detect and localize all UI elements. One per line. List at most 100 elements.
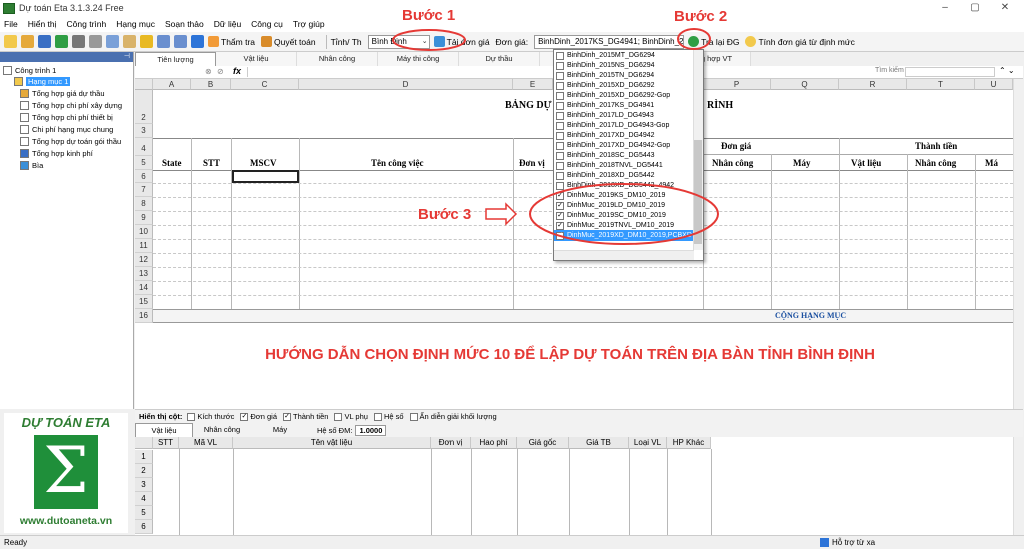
maximize-button[interactable]: ▢ <box>960 0 990 16</box>
row-header[interactable]: 12 <box>135 253 153 267</box>
checkbox[interactable] <box>556 81 564 90</box>
tab-vat-lieu-bottom[interactable]: Vật liệu <box>135 422 193 438</box>
checkbox-checked[interactable]: ✓ <box>556 211 564 220</box>
checkbox[interactable] <box>373 412 382 421</box>
row-header[interactable]: 14 <box>135 281 153 295</box>
close-button[interactable]: ✕ <box>990 0 1020 16</box>
tab-nhan-cong[interactable]: Nhân công <box>297 52 378 66</box>
option-an-dien-giai[interactable]: Ẩn diễn giải khối lượng <box>409 412 497 421</box>
tree-item-gia-du-thau[interactable]: Tổng hợp giá dự thầu <box>20 89 105 98</box>
option-thanh-tien[interactable]: ✓ Thành tiền <box>283 412 328 421</box>
column-header[interactable]: B <box>191 79 231 90</box>
row-header[interactable]: 8 <box>135 197 153 211</box>
open-folder-icon[interactable] <box>21 35 34 48</box>
column-header[interactable]: E <box>513 79 553 90</box>
he-so-input[interactable]: 1.0000 <box>355 424 387 436</box>
row-header[interactable]: 5 <box>135 156 153 170</box>
column-header[interactable]: STT <box>153 437 179 449</box>
column-header[interactable]: U <box>975 79 1013 90</box>
material-vertical-scrollbar[interactable] <box>1013 437 1023 535</box>
tree-item-chi-phi-thiet-bi[interactable]: Tổng hợp chi phí thiết bị <box>20 113 113 122</box>
column-header[interactable]: Giá TB <box>569 437 629 449</box>
checkbox-checked[interactable]: ✓ <box>556 221 564 230</box>
search-up-down-icon[interactable]: ⌃ ⌄ <box>999 66 1015 75</box>
row-header[interactable]: 3 <box>135 478 153 492</box>
tai-don-gia-button[interactable]: Tải đơn giá <box>433 36 490 47</box>
tinh-don-gia-button[interactable]: Tính đơn giá từ định mức <box>745 36 855 47</box>
scroll-thumb[interactable] <box>694 140 702 244</box>
option-vl-phu[interactable]: VL phụ <box>334 412 368 421</box>
checkbox[interactable] <box>556 171 564 180</box>
tree-item-cong-trinh[interactable]: Công trình 1 <box>3 66 56 75</box>
column-header[interactable]: Loại VL <box>629 437 667 449</box>
menu-du-lieu[interactable]: Dữ liệu <box>214 19 241 29</box>
option-don-gia[interactable]: ✓ Đơn giá <box>240 412 277 421</box>
dropdown-horizontal-scrollbar[interactable] <box>554 250 694 260</box>
row-header[interactable]: 2 <box>135 111 153 124</box>
quyet-toan-button[interactable]: Quyết toán <box>261 36 316 47</box>
checkbox[interactable] <box>556 181 564 190</box>
row-header[interactable]: 13 <box>135 267 153 281</box>
row-header[interactable]: 10 <box>135 225 153 239</box>
row-header[interactable]: 5 <box>135 506 153 520</box>
undo-icon[interactable] <box>157 35 170 48</box>
don-gia-select[interactable]: BinhDinh_2017KS_DG4941; BinhDinh_20' ⌄ <box>534 34 685 49</box>
save-icon[interactable] <box>38 35 51 48</box>
row-header[interactable]: 1 <box>135 450 153 464</box>
corner-cell[interactable] <box>135 437 153 449</box>
forward-arrows-icon[interactable] <box>191 35 204 48</box>
checkbox[interactable] <box>556 141 564 150</box>
search-input[interactable] <box>905 67 995 77</box>
row-header[interactable]: 3 <box>135 124 153 138</box>
remote-support-link[interactable]: Hỗ trợ từ xa <box>820 536 875 549</box>
dropdown-option-selected[interactable]: ✓ DinhMuc_2019XD_DM10_2019,PCBXD <box>554 230 694 241</box>
minimize-button[interactable]: – <box>930 0 960 16</box>
province-select[interactable]: Bình Định ⌄ <box>367 34 430 49</box>
corner-cell[interactable] <box>135 79 153 90</box>
row-header[interactable]: 15 <box>135 295 153 309</box>
checkbox[interactable] <box>556 51 564 60</box>
checkbox[interactable] <box>334 412 343 421</box>
column-header[interactable]: HP Khác <box>667 437 711 449</box>
tab-may-thi-cong[interactable]: Máy thi công <box>378 52 459 66</box>
column-header[interactable]: P <box>703 79 771 90</box>
tab-vat-lieu[interactable]: Vật liệu <box>216 52 297 66</box>
checkbox-checked[interactable]: ✓ <box>556 201 564 210</box>
print-icon[interactable] <box>72 35 85 48</box>
dropdown-vertical-scrollbar[interactable] <box>693 50 703 250</box>
material-grid[interactable]: STT Mã VL Tên vật liệu Đơn vị Hao phí Gi… <box>135 437 1013 535</box>
tra-lai-dg-button[interactable]: Tra lại ĐG <box>688 36 739 47</box>
column-header[interactable]: Mã VL <box>179 437 233 449</box>
checkbox[interactable] <box>409 412 418 421</box>
checkbox[interactable] <box>556 121 564 130</box>
menu-hien-thi[interactable]: Hiển thị <box>28 19 57 29</box>
checkbox[interactable] <box>556 161 564 170</box>
column-header[interactable]: Giá gốc <box>517 437 569 449</box>
column-header[interactable]: Q <box>771 79 839 90</box>
column-header[interactable]: T <box>907 79 975 90</box>
checkbox-checked[interactable]: ✓ <box>556 231 564 240</box>
copy-icon[interactable] <box>106 35 119 48</box>
checkbox[interactable] <box>556 131 564 140</box>
row-header[interactable]: 6 <box>135 520 153 534</box>
checkbox[interactable] <box>556 111 564 120</box>
row-header[interactable]: 11 <box>135 239 153 253</box>
brush-icon[interactable] <box>140 35 153 48</box>
tree-item-du-toan-goi-thau[interactable]: Tổng hợp dự toán gói thầu <box>20 137 121 146</box>
checkbox[interactable] <box>187 412 196 421</box>
column-header[interactable]: Hao phí <box>471 437 517 449</box>
tree-item-hang-muc-chung[interactable]: Chi phí hạng mục chung <box>20 125 113 134</box>
confirm-icon[interactable]: ⊘ <box>217 67 224 76</box>
redo-icon[interactable] <box>174 35 187 48</box>
row-header[interactable]: 4 <box>135 138 153 156</box>
menu-tro-giup[interactable]: Trợ giúp <box>293 19 325 29</box>
main-vertical-scrollbar[interactable] <box>1013 79 1023 409</box>
menu-file[interactable]: File <box>4 19 18 29</box>
row-header[interactable]: 16 <box>135 309 153 323</box>
menu-hang-muc[interactable]: Hạng mục <box>116 19 155 29</box>
column-header[interactable]: Tên vật liệu <box>233 437 431 449</box>
tab-du-thau[interactable]: Dự thầu <box>459 52 540 66</box>
checkbox[interactable] <box>556 101 564 110</box>
column-header[interactable]: D <box>299 79 513 90</box>
row-header[interactable]: 7 <box>135 183 153 197</box>
